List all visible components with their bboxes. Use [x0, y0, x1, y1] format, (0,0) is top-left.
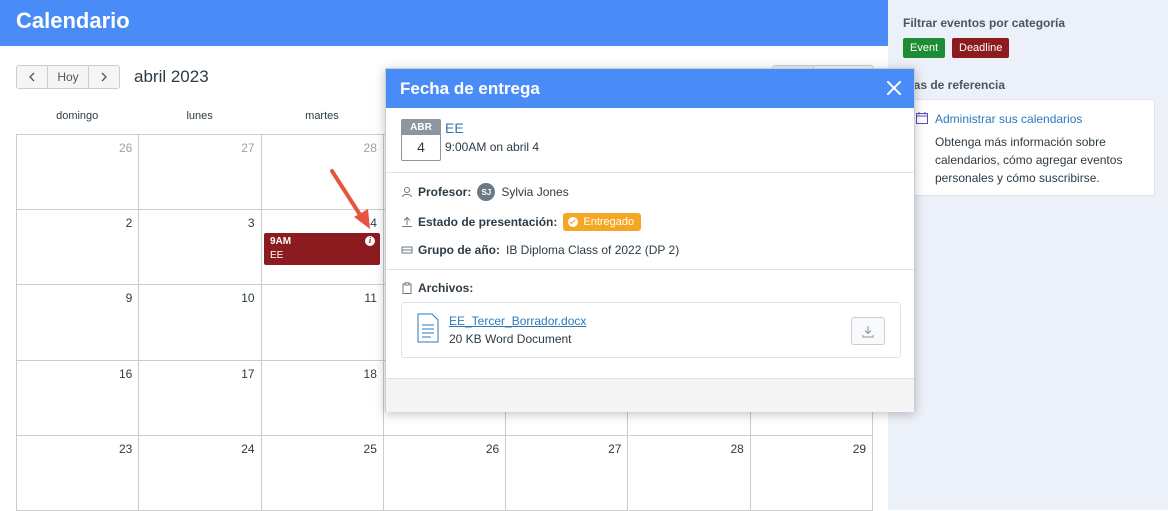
day-number: 16: [118, 366, 133, 381]
group-label: Grupo de año:: [418, 243, 500, 257]
day-cell[interactable]: 27: [139, 135, 262, 211]
date-badge-month: ABR: [402, 120, 440, 135]
day-cell[interactable]: 11: [261, 285, 384, 361]
month-title: abril 2023: [134, 67, 209, 86]
info-icon[interactable]: i: [365, 236, 375, 246]
popover-title: Fecha de entrega: [400, 79, 540, 98]
day-number: 18: [363, 366, 377, 381]
status-label: Estado de presentación:: [418, 215, 558, 229]
document-icon: [417, 313, 439, 343]
file-name-link[interactable]: EE_Tercer_Borrador.docx: [449, 314, 586, 328]
category-chip-event[interactable]: Event: [903, 38, 946, 58]
close-icon[interactable]: [884, 78, 904, 98]
weekday-label: domingo: [56, 110, 99, 122]
prev-month-button[interactable]: [17, 66, 47, 88]
reference-description: Obtenga más información sobre calendario…: [935, 135, 1123, 185]
nav-button-group: Hoy: [16, 65, 120, 89]
day-cell[interactable]: 27: [506, 435, 629, 511]
weekday-label: martes: [305, 110, 339, 122]
popover-footer: [386, 378, 914, 412]
chevron-right-icon: [101, 72, 107, 82]
file-attachment: EE_Tercer_Borrador.docx 20 KB Word Docum…: [401, 302, 901, 358]
day-number: 10: [241, 291, 255, 306]
status-row: Estado de presentación: Entregado: [401, 213, 642, 231]
day-cell[interactable]: 9: [17, 285, 140, 361]
divider: [386, 172, 914, 173]
day-number: 27: [241, 141, 255, 155]
calendar-event[interactable]: 9AM EE i: [264, 233, 380, 265]
reference-card: Administrar sus calendarios Obtenga más …: [903, 99, 1155, 196]
clipboard-icon: [402, 282, 412, 294]
day-cell[interactable]: 18: [261, 360, 384, 436]
teacher-name: Sylvia Jones: [501, 185, 569, 199]
day-number: 24: [241, 441, 255, 456]
event-title-link[interactable]: EE: [445, 120, 464, 136]
chevron-left-icon: [29, 72, 35, 82]
event-time: 9AM: [270, 236, 292, 247]
upload-icon: [402, 216, 412, 227]
annotation-arrow-icon: [330, 169, 370, 229]
day-cell[interactable]: 24: [139, 435, 262, 511]
day-number: 23: [118, 441, 133, 456]
files-label: Archivos:: [418, 281, 474, 295]
day-cell[interactable]: 17: [139, 360, 262, 436]
sidebar: Filtrar eventos por categoría Event Dead…: [888, 0, 1168, 510]
page-title: Calendario: [16, 8, 130, 33]
calendar-toolbar: Hoy abril 2023: [16, 65, 209, 89]
event-datetime: 9:00AM on abril 4: [445, 140, 540, 154]
check-icon: [568, 217, 579, 227]
day-number: 27: [608, 441, 622, 456]
calendar-header: Calendario: [0, 0, 888, 46]
today-button[interactable]: Hoy: [47, 66, 89, 88]
day-cell[interactable]: 23: [17, 435, 140, 511]
day-number: 17: [241, 366, 255, 381]
day-cell[interactable]: 2: [17, 210, 140, 286]
download-icon: [862, 326, 874, 338]
group-value: IB Diploma Class of 2022 (DP 2): [506, 243, 680, 257]
event-name: EE: [270, 250, 284, 261]
day-number: 26: [118, 141, 133, 155]
event-popover: Fecha de entrega ABR 4 EE 9:00AM on abri…: [385, 68, 915, 412]
day-cell[interactable]: 3: [139, 210, 262, 286]
popover-header: Fecha de entrega: [386, 69, 914, 108]
teacher-label: Profesor:: [418, 185, 472, 199]
day-cell[interactable]: 16: [17, 360, 140, 436]
day-number: 29: [852, 441, 867, 456]
avatar: SJ: [477, 183, 496, 201]
reference-title: uías de referencia: [903, 78, 1006, 92]
filter-title: Filtrar eventos por categoría: [903, 16, 1066, 30]
day-cell[interactable]: 28: [628, 435, 751, 511]
day-cell[interactable]: 29: [750, 435, 874, 511]
day-number: 26: [485, 441, 500, 456]
day-cell[interactable]: 26: [383, 435, 507, 511]
divider: [386, 269, 914, 270]
date-badge-day: 4: [417, 139, 425, 155]
status-badge: Entregado: [563, 213, 642, 231]
weekday-label: lunes: [186, 110, 213, 122]
day-number: 28: [730, 441, 744, 456]
day-cell[interactable]: 26: [17, 135, 140, 211]
date-badge: ABR 4: [401, 119, 441, 161]
category-chip-deadline[interactable]: Deadline: [952, 38, 1010, 58]
calendar-icon: [916, 112, 928, 124]
day-number: 28: [363, 141, 377, 155]
day-number: 25: [363, 441, 377, 456]
file-meta: 20 KB Word Document: [449, 332, 572, 346]
status-value: Entregado: [583, 216, 635, 228]
user-icon: [402, 187, 412, 198]
day-number: 3: [247, 216, 255, 231]
day-cell[interactable]: 10: [139, 285, 262, 361]
day-number: 2: [125, 216, 133, 231]
group-icon: [401, 246, 413, 254]
next-month-button[interactable]: [89, 66, 119, 88]
day-number: 11: [364, 291, 377, 306]
day-number: 9: [125, 291, 133, 306]
download-button[interactable]: [851, 317, 885, 345]
day-cell[interactable]: 25: [261, 435, 384, 511]
group-row: Grupo de año: IB Diploma Class of 2022 (…: [401, 243, 679, 257]
files-row: Archivos:: [401, 281, 479, 295]
teacher-row: Profesor: SJ Sylvia Jones: [401, 183, 569, 201]
manage-calendars-link[interactable]: Administrar sus calendarios: [935, 112, 1082, 126]
